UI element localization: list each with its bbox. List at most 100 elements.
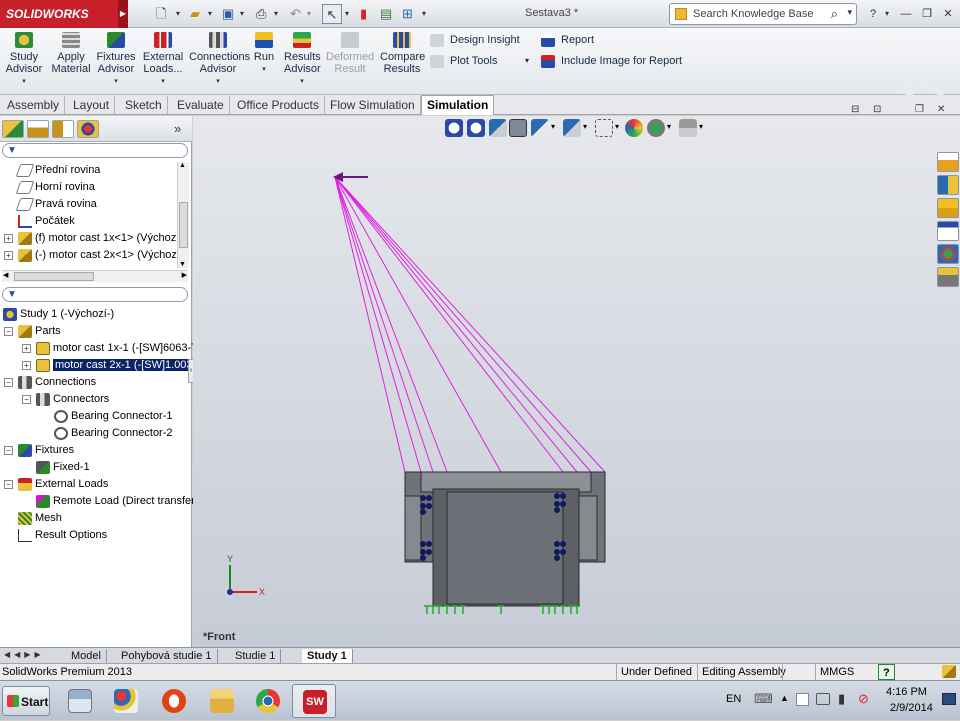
tab-motion-study[interactable]: Pohybová studie 1	[116, 649, 218, 663]
connections-dropdown-icon[interactable]: ▾	[189, 76, 247, 88]
display-style-icon[interactable]	[563, 119, 581, 137]
configuration-manager-tab-icon[interactable]	[52, 120, 74, 138]
select-pointer-icon[interactable]: ↖	[322, 4, 342, 24]
open-folder-icon[interactable]: ▰	[190, 4, 200, 24]
feature-tree-vertical-scrollbar[interactable]: ▲ ▼	[177, 162, 189, 268]
show-desktop-icon[interactable]	[942, 693, 956, 705]
scroll-left-icon[interactable]: ◀	[3, 271, 8, 279]
tree-item-front-plane[interactable]: Přední rovina	[15, 162, 100, 179]
fixtures-dropdown-icon[interactable]: ▾	[96, 76, 136, 88]
section-view-icon[interactable]	[509, 119, 527, 137]
external-loads-node[interactable]: External Loads	[18, 476, 108, 493]
report-button[interactable]: Report	[541, 33, 594, 47]
file-properties-icon[interactable]: ▤	[380, 4, 392, 24]
part-node-2[interactable]: motor cast 2x-1 (-[SW]1.0037	[36, 357, 201, 374]
tab-studie-1[interactable]: Studie 1	[230, 649, 282, 663]
solidworks-logo[interactable]: SOLIDWORKS	[0, 0, 126, 28]
part-node-1[interactable]: motor cast 1x-1 (-[SW]6063-T	[36, 340, 198, 357]
collapse-icon[interactable]: −	[4, 378, 13, 387]
apply-material-button[interactable]: Apply Material	[50, 32, 92, 75]
menu-expand-icon[interactable]: ▶	[118, 0, 128, 28]
tree-item-right-plane[interactable]: Pravá rovina	[15, 196, 97, 213]
connectors-node[interactable]: Connectors	[36, 391, 109, 408]
include-image-button[interactable]: Include Image for Report	[541, 54, 682, 68]
taskbar-opera[interactable]	[152, 684, 196, 718]
taskbar-explorer[interactable]	[200, 684, 244, 718]
expand-icon[interactable]: +	[4, 234, 13, 243]
keyboard-icon[interactable]: ⌨	[754, 691, 773, 707]
viewport-split-icon[interactable]: ⊟	[851, 104, 859, 115]
scroll-right-icon[interactable]: ▶	[182, 271, 187, 279]
print-dropdown-icon[interactable]: ▾	[274, 4, 278, 24]
zoom-to-fit-icon[interactable]	[445, 119, 463, 137]
display-style-dropdown-icon[interactable]: ▾	[583, 122, 587, 131]
fixed-1-node[interactable]: Fixed-1	[36, 459, 90, 476]
volume-muted-icon[interactable]: ⊘	[858, 691, 869, 707]
hide-show-dropdown-icon[interactable]: ▾	[615, 122, 619, 131]
edit-appearance-icon[interactable]	[625, 119, 643, 137]
view-settings-icon[interactable]	[679, 119, 697, 137]
save-icon[interactable]: ▣	[222, 4, 234, 24]
compare-results-button[interactable]: Compare Results	[380, 32, 425, 75]
results-advisor-dropdown-icon[interactable]: ▾	[284, 76, 320, 88]
safely-remove-icon[interactable]	[796, 693, 809, 706]
network-icon[interactable]: ▮	[838, 691, 845, 707]
tab-flow-simulation[interactable]: Flow Simulation	[325, 96, 421, 114]
clock-date[interactable]: 2/9/2014	[890, 702, 933, 714]
tab-model[interactable]: Model	[66, 649, 107, 663]
new-dropdown-icon[interactable]: ▾	[176, 4, 180, 24]
external-loads-dropdown-icon[interactable]: ▾	[141, 76, 185, 88]
bearing-connector-1-node[interactable]: Bearing Connector-1	[54, 408, 173, 425]
tab-study-1[interactable]: Study 1	[302, 649, 353, 663]
options-icon[interactable]: ⊞	[402, 4, 413, 24]
language-indicator[interactable]: EN	[726, 693, 741, 705]
connections-advisor-button[interactable]: Connections Advisor ▾	[189, 32, 250, 88]
unit-system[interactable]: MMGS	[815, 664, 858, 680]
search-dropdown-icon[interactable]: ▾	[847, 7, 852, 18]
property-manager-tab-icon[interactable]	[27, 120, 49, 138]
tree-item-motor-cast-1[interactable]: (f) motor cast 1x<1> (Výchozí-	[18, 230, 183, 247]
design-library-icon[interactable]	[937, 175, 959, 195]
result-options-node[interactable]: Result Options	[18, 527, 107, 544]
expand-icon[interactable]: +	[22, 361, 31, 370]
fixtures-node[interactable]: Fixtures	[18, 442, 74, 459]
collapse-icon[interactable]: −	[4, 480, 13, 489]
run-button[interactable]: Run ▾	[252, 32, 276, 76]
study-advisor-button[interactable]: Study Advisor ▾	[5, 32, 43, 88]
scroll-thumb[interactable]	[14, 272, 94, 281]
close-button[interactable]: ✕	[939, 5, 957, 23]
apply-scene-dropdown-icon[interactable]: ▾	[667, 122, 671, 131]
external-loads-button[interactable]: External Loads... ▾	[141, 32, 185, 88]
scroll-up-icon[interactable]: ▲	[179, 162, 186, 169]
feature-tree-horizontal-scrollbar[interactable]: ◀ ▶	[2, 270, 188, 282]
appearances-icon[interactable]	[937, 244, 959, 264]
view-palette-icon[interactable]	[937, 221, 959, 241]
plot-tools-dropdown-icon[interactable]: ▾	[525, 54, 529, 68]
help-dropdown-icon[interactable]: ▾	[878, 5, 896, 23]
options-dropdown-icon[interactable]: ▾	[422, 4, 426, 24]
tab-office-products[interactable]: Office Products	[232, 96, 325, 114]
file-explorer-icon[interactable]	[937, 198, 959, 218]
scroll-down-icon[interactable]: ▼	[179, 261, 186, 268]
new-document-icon[interactable]: 🗋	[156, 4, 166, 24]
tab-layout[interactable]: Layout	[68, 96, 116, 114]
tab-scroll-arrows-icon[interactable]: ◀◀▶▶	[4, 650, 45, 659]
feature-filter-input[interactable]: ▼	[2, 143, 188, 158]
bearing-connector-2-node[interactable]: Bearing Connector-2	[54, 425, 173, 442]
tab-simulation[interactable]: Simulation	[421, 95, 495, 115]
run-dropdown-icon[interactable]: ▾	[252, 64, 276, 76]
viewport-expand-icon[interactable]: ⊡	[873, 104, 881, 115]
expand-icon[interactable]: +	[4, 251, 13, 260]
feature-manager-tab-icon[interactable]	[2, 120, 24, 138]
view-orientation-icon[interactable]	[531, 119, 549, 137]
tab-assembly[interactable]: Assembly	[2, 96, 66, 114]
tree-item-top-plane[interactable]: Horní rovina	[15, 179, 95, 196]
restore-button[interactable]: ❐	[918, 5, 936, 23]
apply-scene-icon[interactable]	[647, 119, 665, 137]
viewport-restore-icon[interactable]: ❐	[915, 104, 924, 115]
tree-item-origin[interactable]: Počátek	[18, 213, 75, 230]
display-manager-tab-icon[interactable]	[77, 120, 99, 138]
taskbar-solidworks[interactable]: SW	[292, 684, 336, 718]
collapse-icon[interactable]: −	[22, 395, 31, 404]
plot-tools-button[interactable]: Plot Tools	[430, 54, 498, 68]
